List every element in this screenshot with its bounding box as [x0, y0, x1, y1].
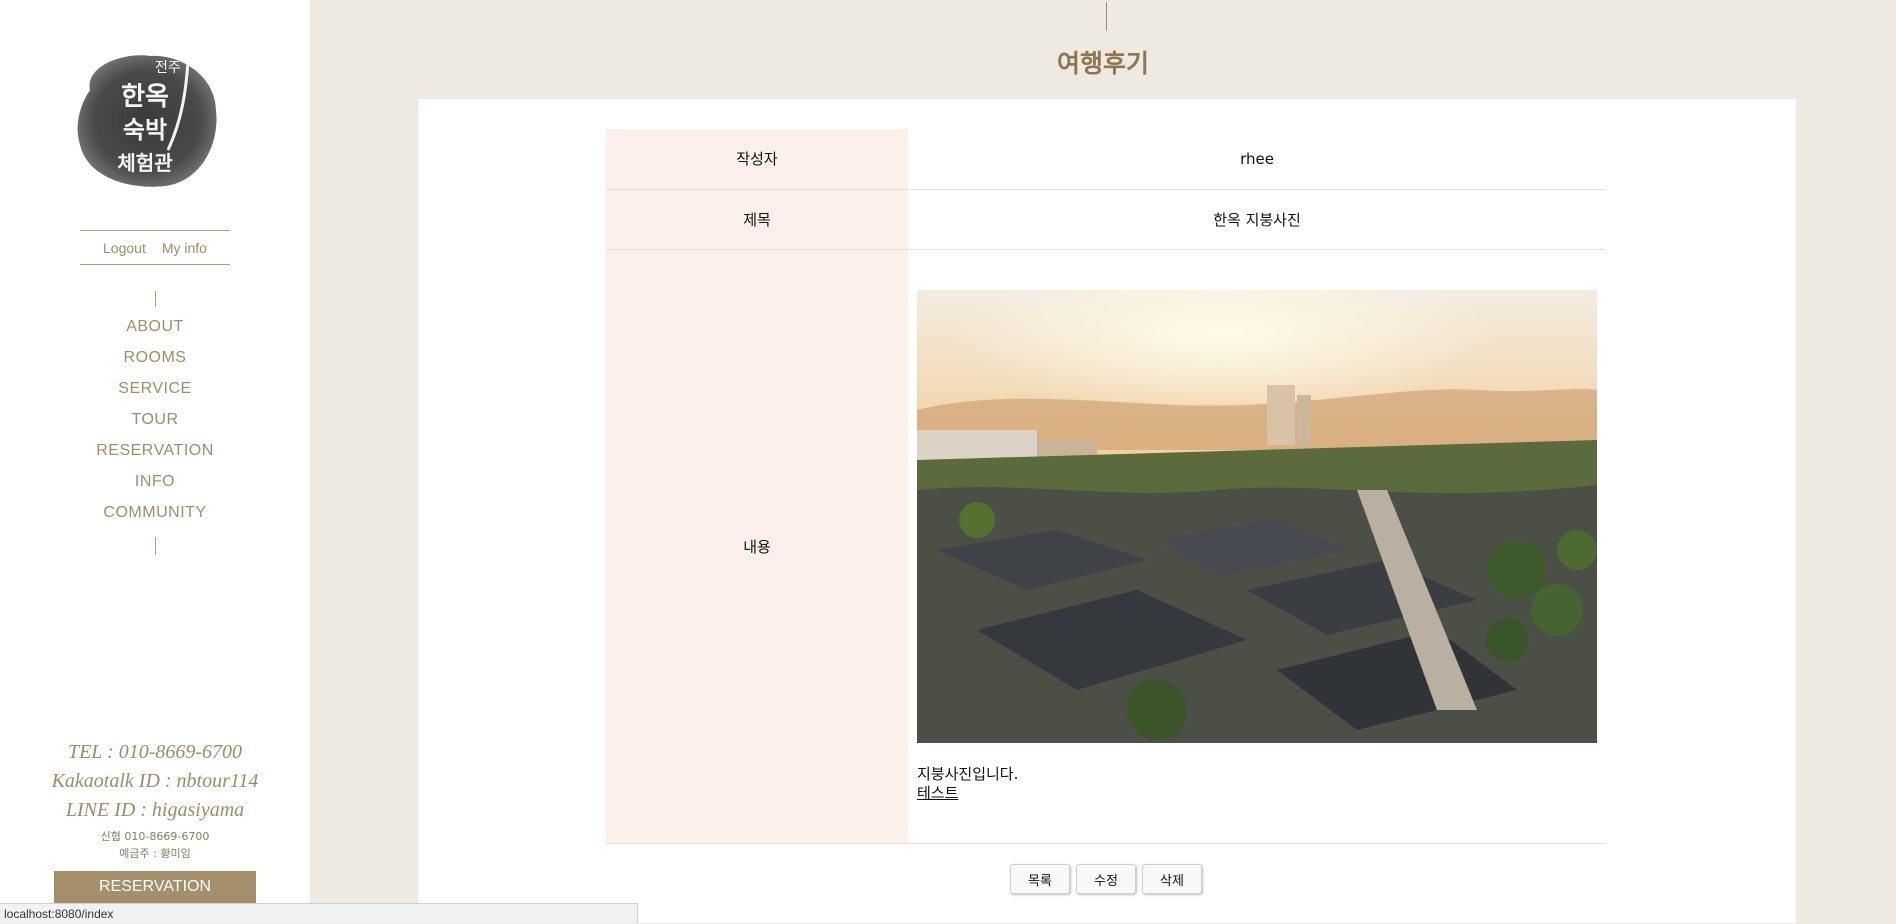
contact-info: TEL : 010-8669-6700 Kakaotalk ID : nbtou… [0, 738, 310, 862]
auth-links: Logout My info [80, 230, 230, 265]
browser-status-bar: localhost:8080/index [0, 903, 638, 923]
content-row: 내용 지붕사진입니다. 테스트 [606, 249, 1606, 844]
site-logo[interactable]: 한옥 숙박 체험관 전주 [70, 50, 220, 190]
author-value: rhee [908, 129, 1606, 190]
sidebar: 한옥 숙박 체험관 전주 Logout My info ABOUT ROOMS … [0, 0, 310, 923]
contact-bank: 신협 010-8669-6700 [100, 830, 210, 843]
myinfo-link[interactable]: My info [162, 240, 207, 256]
content-line-1: 지붕사진입니다. [917, 764, 1019, 783]
menu-item-reservation[interactable]: RESERVATION [0, 440, 310, 471]
contact-kakao: Kakaotalk ID : nbtour114 [51, 770, 259, 792]
title-divider [1106, 2, 1107, 31]
list-button[interactable]: 목록 [1010, 864, 1070, 894]
title-row: 제목 한옥 지붕사진 [606, 189, 1606, 250]
page-title: 여행후기 [1056, 49, 1149, 78]
menu-top-divider [155, 291, 156, 307]
content-line-2: 테스트 [917, 783, 959, 802]
post-panel: 작성자 rhee 제목 한옥 지붕사진 내용 지붕사진입니다. 테스트 목록 수… [418, 99, 1796, 923]
svg-text:한옥: 한옥 [121, 82, 169, 112]
hanok-roof-photo [917, 289, 1597, 743]
reservation-button[interactable]: RESERVATION [54, 871, 256, 905]
svg-text:숙박: 숙박 [123, 115, 167, 144]
svg-text:전주: 전주 [155, 60, 181, 76]
contact-tel: TEL : 010-8669-6700 [67, 741, 243, 763]
main-menu: ABOUT ROOMS SERVICE TOUR RESERVATION INF… [0, 316, 310, 533]
content-cell: 지붕사진입니다. 테스트 [908, 249, 1606, 844]
menu-bottom-divider [155, 537, 156, 555]
title-value: 한옥 지붕사진 [908, 189, 1606, 250]
logout-link[interactable]: Logout [103, 240, 146, 256]
edit-button[interactable]: 수정 [1076, 864, 1136, 894]
svg-text:체험관: 체험관 [117, 151, 173, 175]
menu-item-about[interactable]: ABOUT [0, 316, 310, 347]
author-row: 작성자 rhee [606, 129, 1606, 190]
menu-item-info[interactable]: INFO [0, 471, 310, 502]
title-label: 제목 [606, 189, 908, 250]
contact-holder: 예금주 : 황미임 [119, 847, 191, 860]
post-table: 작성자 rhee 제목 한옥 지붕사진 내용 지붕사진입니다. 테스트 [606, 129, 1606, 844]
content-label: 내용 [606, 249, 908, 844]
menu-item-service[interactable]: SERVICE [0, 378, 310, 409]
delete-button[interactable]: 삭제 [1142, 864, 1202, 894]
menu-item-community[interactable]: COMMUNITY [0, 502, 310, 533]
author-label: 작성자 [606, 129, 908, 190]
contact-line: LINE ID : higasiyama [65, 799, 245, 821]
post-content: 지붕사진입니다. 테스트 [917, 765, 1597, 803]
post-actions: 목록 수정 삭제 [1010, 864, 1202, 894]
menu-item-tour[interactable]: TOUR [0, 409, 310, 440]
menu-item-rooms[interactable]: ROOMS [0, 347, 310, 378]
